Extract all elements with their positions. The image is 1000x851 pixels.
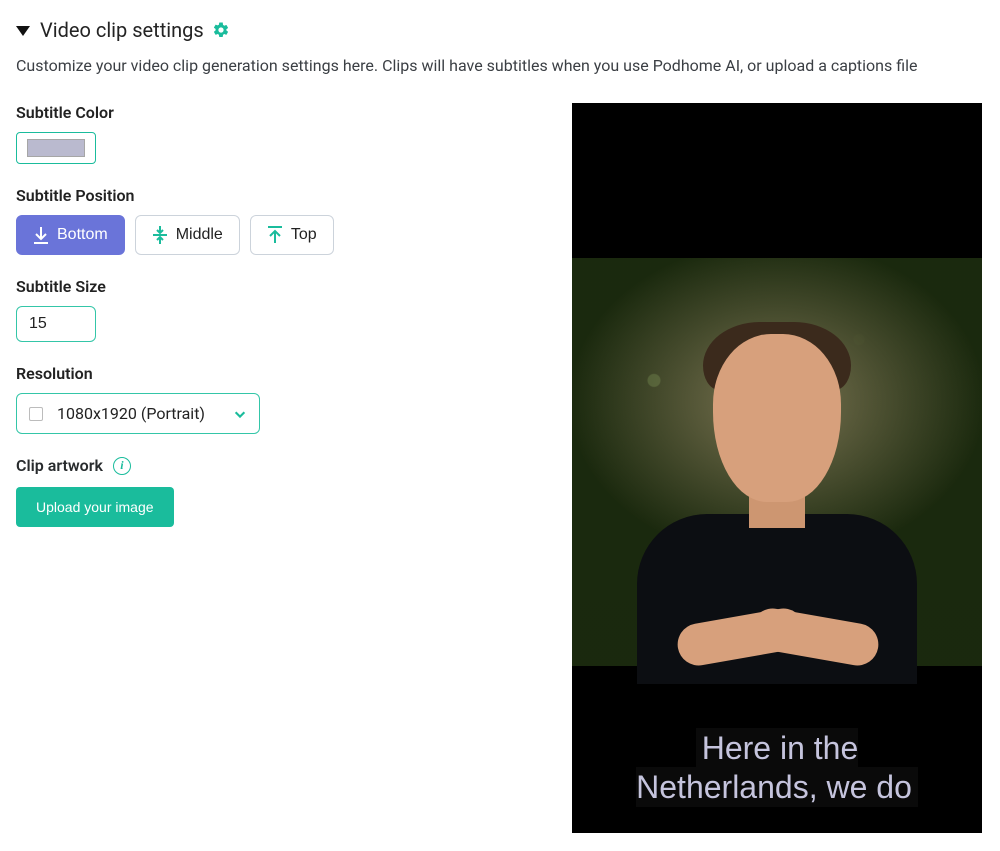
subtitle-color-label: Subtitle Color (16, 103, 536, 122)
subtitle-position-label: Subtitle Position (16, 186, 536, 205)
chevron-down-icon (233, 407, 247, 421)
subtitle-text: Here in the Netherlands, we do (636, 728, 918, 807)
resolution-select[interactable]: 1080x1920 (Portrait) (16, 393, 260, 434)
page-title: Video clip settings (40, 18, 204, 42)
align-middle-icon (152, 226, 168, 244)
subtitle-overlay: Here in the Netherlands, we do (572, 729, 982, 807)
aspect-portait-icon (29, 407, 43, 421)
upload-image-button[interactable]: Upload your image (16, 487, 174, 527)
align-top-icon (267, 226, 283, 244)
position-middle-button[interactable]: Middle (135, 215, 240, 255)
position-bottom-button[interactable]: Bottom (16, 215, 125, 255)
info-icon[interactable]: i (113, 457, 131, 475)
collapse-caret-icon[interactable] (16, 26, 30, 36)
video-frame (572, 258, 982, 666)
person-illustration (637, 316, 917, 666)
section-header: Video clip settings (16, 18, 984, 42)
clip-artwork-label: Clip artwork (16, 456, 103, 475)
video-preview: Here in the Netherlands, we do (572, 103, 982, 833)
position-bottom-label: Bottom (57, 226, 108, 244)
position-top-label: Top (291, 226, 317, 244)
settings-panel: Subtitle Color Subtitle Position Bottom (16, 103, 536, 549)
subtitle-position-group: Bottom Middle Top (16, 215, 536, 255)
subtitle-size-input[interactable] (16, 306, 96, 342)
resolution-selected-text: 1080x1920 (Portrait) (57, 404, 205, 423)
position-top-button[interactable]: Top (250, 215, 334, 255)
position-middle-label: Middle (176, 226, 223, 244)
subtitle-color-picker[interactable] (16, 132, 96, 164)
align-bottom-icon (33, 226, 49, 244)
subtitle-size-label: Subtitle Size (16, 277, 536, 296)
gear-icon[interactable] (212, 21, 230, 39)
section-description: Customize your video clip generation set… (16, 56, 984, 75)
resolution-label: Resolution (16, 364, 536, 383)
subtitle-color-swatch (27, 139, 85, 157)
